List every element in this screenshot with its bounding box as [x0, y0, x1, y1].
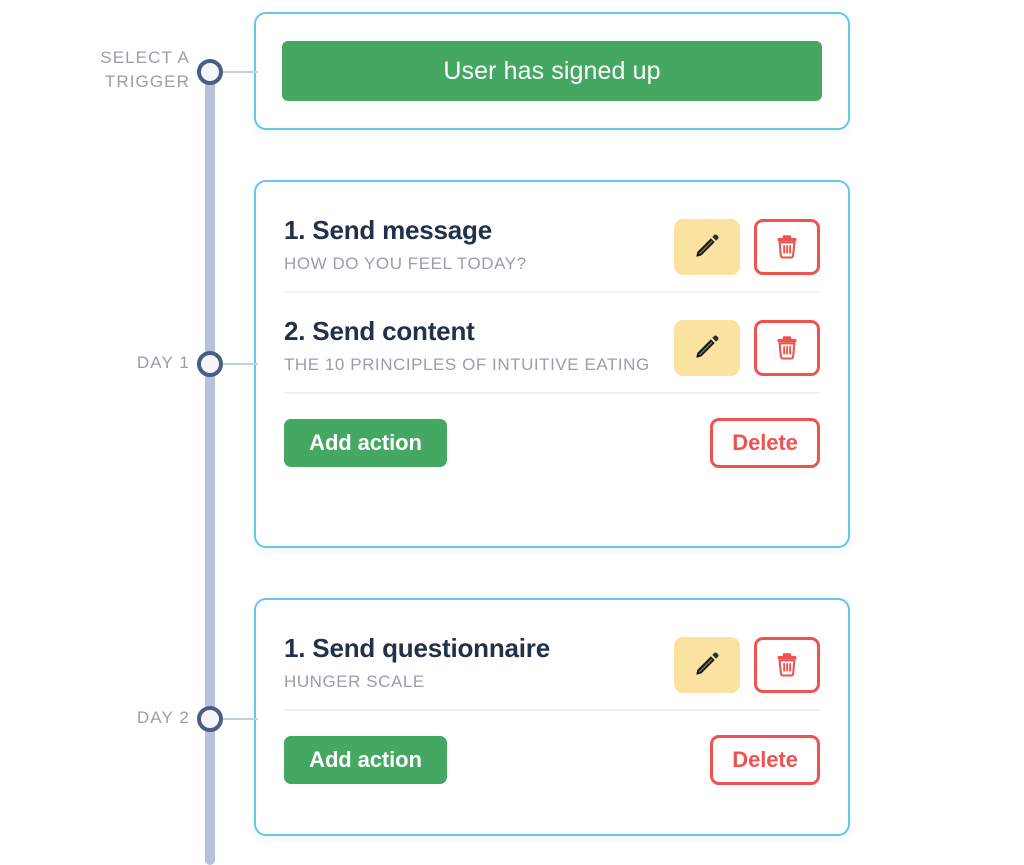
delete-action-icon-button[interactable]: [754, 219, 820, 275]
day-card-body: 1. Send questionnaire HUNGER SCALE Add a…: [256, 606, 848, 807]
day-card-day-2: 1. Send questionnaire HUNGER SCALE Add a…: [254, 598, 850, 836]
delete-action-icon-button[interactable]: [754, 320, 820, 376]
action-subtitle: HOW DO YOU FEEL TODAY?: [284, 254, 527, 273]
delete-day-button[interactable]: Delete: [710, 735, 820, 785]
action-subtitle: HUNGER SCALE: [284, 672, 425, 691]
add-action-button[interactable]: Add action: [284, 419, 447, 467]
edit-action-button[interactable]: [674, 320, 740, 376]
trigger-select-button[interactable]: User has signed up: [282, 41, 822, 101]
action-text-block: 1. Send questionnaire HUNGER SCALE: [284, 632, 550, 693]
trash-icon: [775, 651, 799, 680]
timeline-connector-day-2: [223, 718, 258, 720]
action-button-group: [674, 219, 820, 275]
timeline-connector-trigger: [223, 71, 258, 73]
action-title: 1. Send message: [284, 215, 492, 245]
edit-action-button[interactable]: [674, 219, 740, 275]
day-card-footer: Add action Delete: [284, 711, 820, 807]
trash-icon: [775, 233, 799, 262]
action-row: 1. Send questionnaire HUNGER SCALE: [284, 606, 820, 711]
pencil-icon: [694, 233, 720, 262]
timeline-label-trigger: SELECT A TRIGGER: [100, 48, 190, 91]
trigger-card: User has signed up: [254, 12, 850, 130]
delete-day-button[interactable]: Delete: [710, 418, 820, 468]
day-card-day-1: 1. Send message HOW DO YOU FEEL TODAY? 2…: [254, 180, 850, 548]
add-action-button[interactable]: Add action: [284, 736, 447, 784]
action-row: 2. Send content THE 10 PRINCIPLES OF INT…: [284, 293, 820, 394]
timeline-node-day-1[interactable]: [197, 351, 223, 377]
action-title: 2. Send content: [284, 316, 475, 346]
action-title: 1. Send questionnaire: [284, 633, 550, 663]
pencil-icon: [694, 651, 720, 680]
day-card-footer: Add action Delete: [284, 394, 820, 490]
timeline-connector-day-1: [223, 363, 258, 365]
trash-icon: [775, 334, 799, 363]
timeline-node-trigger[interactable]: [197, 59, 223, 85]
action-text-block: 1. Send message HOW DO YOU FEEL TODAY?: [284, 214, 527, 275]
timeline-label-day-2: DAY 2: [136, 708, 190, 727]
timeline-rail: [205, 70, 215, 865]
action-text-block: 2. Send content THE 10 PRINCIPLES OF INT…: [284, 315, 650, 376]
action-button-group: [674, 320, 820, 376]
pencil-icon: [694, 334, 720, 363]
action-row: 1. Send message HOW DO YOU FEEL TODAY?: [284, 188, 820, 293]
timeline-node-day-2[interactable]: [197, 706, 223, 732]
action-button-group: [674, 637, 820, 693]
automation-flow-canvas: SELECT A TRIGGER DAY 1 DAY 2 User has si…: [0, 0, 1024, 865]
day-card-body: 1. Send message HOW DO YOU FEEL TODAY? 2…: [256, 188, 848, 490]
delete-action-icon-button[interactable]: [754, 637, 820, 693]
timeline-label-day-1: DAY 1: [136, 353, 190, 372]
action-subtitle: THE 10 PRINCIPLES OF INTUITIVE EATING: [284, 355, 650, 374]
edit-action-button[interactable]: [674, 637, 740, 693]
